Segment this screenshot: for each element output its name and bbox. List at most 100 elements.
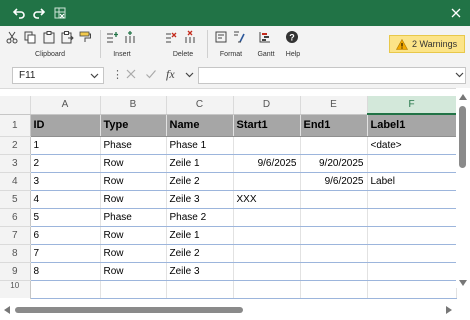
warnings-button[interactable]: 2 Warnings [389,35,465,53]
vertical-scrollbar[interactable] [456,88,470,288]
cell[interactable] [300,262,368,281]
row-header[interactable]: 1 [0,114,31,137]
cell[interactable]: Type [100,114,167,137]
cell[interactable]: 8 [30,262,101,281]
redo-icon[interactable] [30,4,48,22]
cell[interactable] [233,172,301,191]
cell[interactable]: 9/20/2025 [300,154,368,173]
delete-column-icon[interactable] [182,29,198,45]
cell[interactable]: Zeile 3 [166,190,234,209]
cell[interactable] [367,190,457,209]
cell[interactable]: Phase [100,208,167,227]
more-options-icon[interactable]: ⋮ [112,68,123,81]
cell[interactable]: ID [30,114,101,137]
cell[interactable]: Row [100,226,167,245]
scroll-up-icon[interactable] [459,94,467,100]
cell[interactable]: 7 [30,244,101,263]
cell[interactable]: 3 [30,172,101,191]
column-header[interactable]: C [166,96,234,115]
paste-special-icon[interactable] [59,29,74,45]
cell[interactable]: Phase [100,136,167,155]
row-header[interactable]: 2 [0,136,31,155]
cell[interactable] [367,262,457,281]
cell[interactable]: 6 [30,226,101,245]
cell[interactable]: Zeile 3 [166,262,234,281]
scroll-right-icon[interactable] [446,306,452,314]
cell[interactable]: Row [100,244,167,263]
cancel-icon[interactable] [125,68,137,83]
close-icon[interactable] [447,4,465,22]
cell[interactable]: 9/6/2025 [233,154,301,173]
row-header[interactable]: 8 [0,244,31,263]
cell[interactable]: Row [100,154,167,173]
cell[interactable] [300,244,368,263]
horizontal-scrollbar[interactable] [0,300,470,320]
insert-column-icon[interactable] [122,29,137,45]
chevron-down-icon[interactable] [90,68,99,88]
cell[interactable] [233,208,301,227]
vertical-scroll-thumb[interactable] [459,106,466,168]
cell[interactable] [300,136,368,155]
gantt-icon[interactable] [257,29,273,45]
cell[interactable] [166,280,234,299]
scroll-down-icon[interactable] [459,280,467,286]
column-header[interactable]: D [233,96,301,115]
chevron-down-icon[interactable] [455,67,464,85]
select-all-corner[interactable] [0,96,31,115]
cell[interactable]: Row [100,172,167,191]
cell[interactable]: Phase 2 [166,208,234,227]
cell[interactable] [100,280,167,299]
format-cells-icon[interactable] [231,29,246,45]
cell[interactable]: 9/6/2025 [300,172,368,191]
cell[interactable] [367,208,457,227]
insert-function-icon[interactable]: fx [166,67,175,82]
row-header[interactable]: 10 [0,280,31,298]
cut-icon[interactable] [4,29,19,45]
cell[interactable]: Name [166,114,234,137]
copy-icon[interactable] [22,29,37,45]
cell[interactable] [300,280,368,299]
cell[interactable] [233,280,301,299]
column-header[interactable]: A [30,96,101,115]
help-icon[interactable]: ? [284,29,300,45]
cell[interactable] [367,280,457,299]
row-header[interactable]: 6 [0,208,31,227]
horizontal-scroll-thumb[interactable] [15,307,243,313]
cell[interactable]: XXX [233,190,301,209]
chevron-down-icon[interactable] [185,67,194,85]
cell[interactable] [233,226,301,245]
paste-icon[interactable] [41,29,56,45]
column-header[interactable]: B [100,96,167,115]
cell[interactable]: Row [100,262,167,281]
cell[interactable] [233,244,301,263]
cell[interactable] [300,208,368,227]
cell[interactable]: 1 [30,136,101,155]
row-header[interactable]: 7 [0,226,31,245]
cell[interactable]: Zeile 2 [166,244,234,263]
cell[interactable]: Row [100,190,167,209]
cell[interactable]: Zeile 1 [166,226,234,245]
row-header[interactable]: 4 [0,172,31,191]
insert-row-icon[interactable] [104,29,119,45]
column-header-selected[interactable]: F [367,96,457,115]
cell[interactable] [300,190,368,209]
cell[interactable]: Start1 [233,114,301,137]
cell[interactable]: 5 [30,208,101,227]
delete-row-icon[interactable] [163,29,179,45]
cell[interactable] [30,280,101,299]
row-header[interactable]: 3 [0,154,31,173]
cell[interactable]: End1 [300,114,368,137]
cell[interactable]: 2 [30,154,101,173]
enter-icon[interactable] [145,68,157,83]
cell[interactable]: Label1 [367,114,457,137]
cell[interactable]: Zeile 2 [166,172,234,191]
row-header[interactable]: 5 [0,190,31,209]
cell[interactable] [367,244,457,263]
cell[interactable]: <date> [367,136,457,155]
cell[interactable] [367,154,457,173]
cell[interactable] [367,226,457,245]
cell[interactable] [300,226,368,245]
cell[interactable] [233,262,301,281]
scroll-left-icon[interactable] [4,306,10,314]
column-header[interactable]: E [300,96,368,115]
